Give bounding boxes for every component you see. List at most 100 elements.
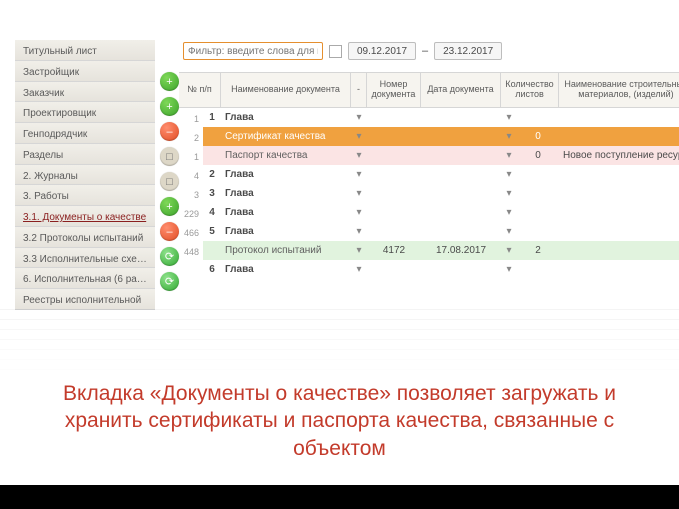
cell-num: 3 [203,188,221,199]
header-docno: Номер документа [367,73,421,107]
sidebar-item-label: Титульный лист [23,46,97,57]
cell-name: Глава [221,226,351,237]
sidebar-item-4[interactable]: Генподрядчик [15,123,155,144]
sidebar-item-12[interactable]: Реестры исполнительной [15,289,155,310]
row-count: 1 [179,110,203,129]
cell-name: Глава [221,169,351,180]
add-button-2[interactable]: + [160,97,179,116]
decorative-waves [0,300,679,380]
dropdown-icon[interactable]: ▾ [501,207,517,218]
table-row[interactable]: 2Глава▾▾ [203,165,679,184]
sidebar-item-3[interactable]: Проектировщик [15,102,155,123]
cell-materials: Новое поступление ресурса [559,150,679,161]
dropdown-icon[interactable]: ▾ [501,112,517,123]
table-row[interactable]: 3Глава▾▾ [203,184,679,203]
sidebar-item-label: Разделы [23,150,63,161]
sidebar-item-label: 3.3 Исполнительные схемы [23,254,151,265]
cell-name: Глава [221,207,351,218]
sidebar-item-label: 3.1. Документы о качестве [23,212,146,223]
date-filter-checkbox[interactable] [329,45,342,58]
add-button[interactable]: + [160,72,179,91]
dropdown-icon[interactable]: ▾ [351,226,367,237]
header-date: Дата документа [421,73,501,107]
refresh-button-2[interactable]: ⟳ [160,272,179,291]
bottom-bar [0,485,679,509]
refresh-button[interactable]: ⟳ [160,247,179,266]
table-header: № п/п Наименование документа - Номер док… [179,72,679,108]
sidebar-item-2[interactable]: Заказчик [15,82,155,103]
sidebar-item-9[interactable]: 3.2 Протоколы испытаний [15,227,155,248]
sidebar-item-11[interactable]: 6. Исполнительная (6 раздел) [15,268,155,289]
sidebar-item-10[interactable]: 3.3 Исполнительные схемы [15,248,155,269]
sidebar-item-0[interactable]: Титульный лист [15,40,155,61]
cell-name: Протокол испытаний [221,245,351,256]
dropdown-icon[interactable]: ▾ [351,169,367,180]
dropdown-icon[interactable]: ▾ [501,131,517,142]
table-row[interactable]: 6Глава▾▾ [203,260,679,279]
row-count: 2 [179,129,203,148]
neutral-button[interactable]: □ [160,147,179,166]
dropdown-icon[interactable]: ▾ [501,226,517,237]
dropdown-icon[interactable]: ▾ [351,245,367,256]
dropdown-icon[interactable]: ▾ [501,150,517,161]
sidebar-item-label: Проектировщик [23,108,96,119]
cell-sheets: 0 [517,131,559,142]
table-row[interactable]: Паспорт качества▾▾0Новое поступление рес… [203,146,679,165]
cell-name: Сертификат качества [221,131,351,142]
sidebar-item-label: 3.2 Протоколы испытаний [23,233,143,244]
table-row[interactable]: Протокол испытаний▾417217.08.2017▾2 [203,241,679,260]
dropdown-icon[interactable]: ▾ [501,169,517,180]
cell-name: Глава [221,188,351,199]
sidebar-item-label: Реестры исполнительной [23,295,141,306]
row-counts: 12143229466448 [179,108,203,279]
cell-docno: 4172 [367,245,421,256]
dropdown-icon[interactable]: ▾ [351,207,367,218]
delete-button-2[interactable]: – [160,222,179,241]
add-button-3[interactable]: + [160,197,179,216]
dropdown-icon[interactable]: ▾ [501,245,517,256]
sidebar-item-label: 3. Работы [23,191,69,202]
cell-date: 17.08.2017 [421,245,501,256]
sidebar-item-label: 2. Журналы [23,171,78,182]
sidebar-item-8[interactable]: 3.1. Документы о качестве [15,206,155,227]
sidebar-item-6[interactable]: 2. Журналы [15,165,155,186]
sidebar-item-5[interactable]: Разделы [15,144,155,165]
row-count: 448 [179,243,203,262]
header-dd: - [351,73,367,107]
date-from-input[interactable] [348,42,416,60]
header-sheets: Количество листов [501,73,559,107]
sidebar-item-label: Заказчик [23,88,64,99]
table-row[interactable]: 4Глава▾▾ [203,203,679,222]
cell-name: Глава [221,264,351,275]
table-row[interactable]: 5Глава▾▾ [203,222,679,241]
cell-name: Паспорт качества [221,150,351,161]
cell-sheets: 2 [517,245,559,256]
filter-input[interactable] [183,42,323,60]
header-materials: Наименование строительных материалов, (и… [559,73,679,107]
sidebar-item-1[interactable]: Застройщик [15,61,155,82]
table-row[interactable]: 1Глава▾▾ [203,108,679,127]
dropdown-icon[interactable]: ▾ [351,150,367,161]
cell-num: 2 [203,169,221,180]
dropdown-icon[interactable]: ▾ [351,112,367,123]
cell-num: 6 [203,264,221,275]
row-count: 1 [179,148,203,167]
dropdown-icon[interactable]: ▾ [501,188,517,199]
delete-button[interactable]: – [160,122,179,141]
dropdown-icon[interactable]: ▾ [351,264,367,275]
sidebar-item-7[interactable]: 3. Работы [15,185,155,206]
cell-num: 1 [203,112,221,123]
cell-sheets: 0 [517,150,559,161]
table-row[interactable]: Сертификат качества▾▾0 [203,127,679,146]
sidebar-item-label: Застройщик [23,67,79,78]
date-sep: – [422,45,428,57]
date-to-input[interactable] [434,42,502,60]
sidebar-item-label: 6. Исполнительная (6 раздел) [23,274,155,285]
cell-num: 5 [203,226,221,237]
neutral-button-2[interactable]: □ [160,172,179,191]
row-count: 229 [179,205,203,224]
dropdown-icon[interactable]: ▾ [351,131,367,142]
dropdown-icon[interactable]: ▾ [501,264,517,275]
cell-num: 4 [203,207,221,218]
dropdown-icon[interactable]: ▾ [351,188,367,199]
